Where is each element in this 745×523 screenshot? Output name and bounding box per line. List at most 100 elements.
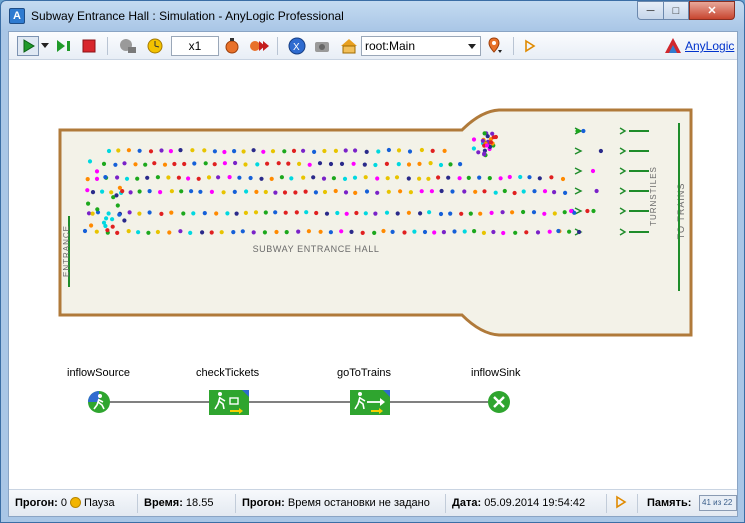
- pedestrian: [417, 161, 422, 166]
- pedestrian: [372, 230, 377, 235]
- stop-button[interactable]: [79, 36, 99, 56]
- pedestrian: [462, 189, 467, 194]
- pedestrian: [471, 137, 477, 142]
- pedestrian: [86, 211, 92, 216]
- pedestrian: [117, 185, 122, 190]
- pedestrian: [408, 190, 413, 195]
- pedestrian: [360, 230, 365, 235]
- pedestrian: [263, 189, 268, 195]
- events-log-button[interactable]: [615, 495, 627, 512]
- go-to-trains-block[interactable]: [350, 390, 390, 415]
- pedestrian: [179, 189, 184, 194]
- pedestrian: [489, 210, 494, 215]
- pedestrian: [110, 224, 115, 229]
- pedestrian: [248, 175, 253, 181]
- pedestrian: [402, 230, 407, 235]
- faster-button[interactable]: [222, 36, 244, 56]
- client-area: x1 X root:Main AnyLogic ENTRANCE SUBWAY …: [8, 31, 738, 517]
- pedestrian: [100, 189, 105, 194]
- pedestrian: [206, 175, 212, 180]
- pedestrian: [481, 230, 486, 235]
- pedestrian: [552, 211, 557, 216]
- pedestrian: [269, 176, 274, 181]
- clock-icon: [147, 38, 163, 54]
- pedestrian: [110, 217, 115, 222]
- toolbar-separator: [513, 37, 514, 55]
- pedestrian: [243, 210, 248, 215]
- pedestrian: [333, 148, 338, 153]
- pedestrian: [263, 210, 268, 215]
- pedestrian: [422, 229, 428, 235]
- toolbar-separator: [107, 37, 108, 55]
- pedestrian: [133, 162, 138, 167]
- location-button[interactable]: [485, 36, 505, 56]
- pedestrian: [376, 149, 381, 154]
- pedestrian: [303, 189, 308, 194]
- pedestrian: [265, 161, 270, 166]
- run-dropdown-button[interactable]: [40, 36, 50, 56]
- navigate-button[interactable]: X: [286, 36, 308, 56]
- pedestrian: [373, 162, 378, 168]
- status-separator: [637, 494, 638, 513]
- status-separator: [606, 494, 607, 513]
- clock-button[interactable]: [145, 36, 167, 56]
- home-button[interactable]: [338, 36, 360, 56]
- pedestrian: [304, 210, 309, 215]
- pedestrian: [293, 190, 298, 195]
- pedestrian: [276, 161, 281, 166]
- anylogic-link[interactable]: AnyLogic: [685, 39, 734, 53]
- pedestrian: [375, 176, 380, 181]
- inflow-sink-block[interactable]: [488, 391, 510, 413]
- pedestrian: [427, 210, 432, 215]
- memory-meter[interactable]: 41 из 22: [699, 495, 737, 511]
- pedestrian: [192, 161, 197, 166]
- pedestrian: [216, 175, 221, 180]
- pedestrian: [137, 189, 142, 194]
- pedestrian: [363, 175, 368, 180]
- log-button[interactable]: [521, 36, 539, 56]
- pedestrian: [202, 211, 207, 216]
- pedestrian: [468, 211, 473, 216]
- inflow-source-block[interactable]: [88, 391, 110, 413]
- close-button[interactable]: ✕: [689, 1, 735, 20]
- pedestrian: [273, 210, 278, 215]
- pedestrian: [375, 190, 380, 195]
- speed-field[interactable]: x1: [171, 36, 219, 56]
- pedestrian: [438, 162, 444, 168]
- pedestrian: [167, 230, 172, 235]
- pedestrian: [127, 210, 132, 215]
- pedestrian: [159, 211, 164, 216]
- run-button[interactable]: [17, 36, 39, 56]
- slower-button[interactable]: [117, 36, 139, 56]
- camera-button[interactable]: [312, 36, 334, 56]
- pedestrian: [501, 230, 506, 236]
- step-button[interactable]: [54, 36, 74, 56]
- max-speed-button[interactable]: [248, 36, 270, 56]
- view-select[interactable]: root:Main: [361, 36, 481, 56]
- check-tickets-block[interactable]: [209, 390, 249, 415]
- title-bar[interactable]: A Subway Entrance Hall : Simulation - An…: [1, 1, 744, 31]
- pedestrian: [231, 230, 236, 235]
- inflow-sink-label: inflowSink: [471, 367, 521, 379]
- pedestrian: [518, 174, 523, 180]
- pedestrian: [158, 190, 163, 195]
- pedestrian: [297, 161, 302, 166]
- pedestrian: [396, 148, 402, 153]
- pedestrian: [322, 148, 327, 154]
- pedestrian: [342, 176, 348, 181]
- pedestrian: [203, 161, 208, 166]
- pedestrian: [155, 229, 160, 235]
- minimize-button[interactable]: ─: [637, 1, 664, 20]
- pedestrian: [339, 229, 344, 234]
- pedestrian: [436, 175, 441, 180]
- maximize-button[interactable]: □: [663, 1, 689, 20]
- entrance-label: ENTRANCE: [62, 225, 71, 277]
- pedestrian: [122, 218, 127, 223]
- pedestrian: [214, 211, 219, 216]
- pedestrian: [251, 230, 256, 235]
- pedestrian: [363, 211, 368, 216]
- simulation-canvas[interactable]: ENTRANCE SUBWAY ENTRANCE HALL TURNSTILES…: [9, 61, 737, 489]
- pedestrian: [396, 162, 401, 167]
- pedestrian: [147, 189, 152, 194]
- status-bar: Прогон: 0 Пауза Время: 18.55 Прогон: Врем…: [9, 489, 737, 516]
